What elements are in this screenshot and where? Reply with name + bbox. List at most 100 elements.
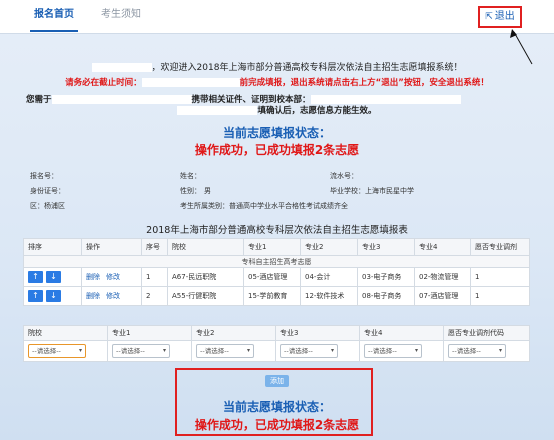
top-nav-bar: 报名首页 考生须知 ⇱ 退出 bbox=[0, 0, 554, 34]
col-header: 专业4 bbox=[414, 238, 471, 256]
status-title-bottom: 当前志愿填报状态： bbox=[222, 400, 331, 414]
redacted-date bbox=[51, 95, 192, 104]
info-id: 身份证号： bbox=[30, 186, 65, 196]
chevron-down-icon: ▾ bbox=[330, 347, 334, 354]
info-gender: 性别：男 bbox=[180, 186, 211, 196]
col-header: 专业3 bbox=[357, 238, 415, 256]
form-cell: --请选择-- ▾ bbox=[191, 340, 276, 362]
group-label: 专科自主招生高考志愿 bbox=[23, 255, 530, 268]
logout-icon: ⇱ bbox=[485, 12, 493, 22]
tab-candidate-notice[interactable]: 考生须知 bbox=[93, 0, 149, 32]
notice-line2-text: 填确认后，志愿信息方能生效。 bbox=[257, 106, 377, 116]
cell-major1: 15-学前教育 bbox=[243, 286, 301, 306]
col-header: 操作 bbox=[81, 238, 142, 256]
deadline-prefix: 请务必在截止时间： bbox=[65, 78, 142, 88]
select-value: --请选择-- bbox=[284, 347, 313, 355]
info-category: 考生所属类别：普通高中学业水平合格性考试成绩齐全 bbox=[180, 201, 348, 211]
info-district: 区：杨浦区 bbox=[30, 201, 65, 211]
reg-no-label: 报名号： bbox=[30, 172, 58, 180]
cell-major2: 12-软件技术 bbox=[300, 286, 358, 306]
major2-select[interactable]: --请选择-- ▾ bbox=[196, 344, 254, 358]
deadline-message: 请务必在截止时间： 前完成填报，退出系统请点击右上方“退出”按钮，安全退出系统！ bbox=[0, 76, 554, 88]
info-reg-no: 报名号： bbox=[30, 171, 58, 181]
col-header: 序号 bbox=[141, 238, 168, 256]
category-label: 考生所属类别： bbox=[180, 202, 229, 210]
major3-select[interactable]: --请选择-- ▾ bbox=[280, 344, 338, 358]
chevron-down-icon: ▾ bbox=[414, 347, 418, 354]
delete-link[interactable]: 删除 bbox=[86, 292, 100, 300]
logout-button[interactable]: ⇱ 退出 bbox=[478, 6, 522, 28]
redacted-address bbox=[310, 95, 461, 104]
category-value: 普通高中学业水平合格性考试成绩齐全 bbox=[229, 202, 348, 210]
move-down-button[interactable]: ↓ bbox=[46, 271, 61, 283]
select-value: --请选择-- bbox=[116, 347, 145, 355]
form-input-row: --请选择-- ▾ --请选择-- ▾ --请选择-- ▾ --请选择-- ▾ --请选… bbox=[23, 340, 530, 362]
cell-major3: 03-电子商务 bbox=[357, 267, 415, 287]
select-value: --请选择-- bbox=[32, 347, 61, 355]
cell-major4: 07-酒店管理 bbox=[414, 286, 471, 306]
school-select[interactable]: --请选择-- ▾ bbox=[28, 344, 86, 358]
school-value: 上海市民星中学 bbox=[365, 187, 414, 195]
logout-label: 退出 bbox=[494, 11, 515, 22]
cell-major2: 04-会计 bbox=[300, 267, 358, 287]
move-up-button[interactable]: ↑ bbox=[28, 290, 43, 302]
col-header: 专业1 bbox=[243, 238, 301, 256]
edit-link[interactable]: 修改 bbox=[106, 273, 120, 281]
flow-label: 流水号： bbox=[330, 172, 358, 180]
cell-major4: 02-物流管理 bbox=[414, 267, 471, 287]
status-message-bottom: 操作成功，已成功填报2条志愿 bbox=[194, 418, 360, 432]
chevron-down-icon: ▾ bbox=[246, 347, 250, 354]
chevron-down-icon: ▾ bbox=[162, 347, 166, 354]
major1-select[interactable]: --请选择-- ▾ bbox=[112, 344, 170, 358]
add-button[interactable]: 添加 bbox=[265, 375, 289, 387]
select-value: --请选择-- bbox=[200, 347, 229, 355]
cell-school: A55-行健职院 bbox=[167, 286, 244, 306]
form-cell: --请选择-- ▾ bbox=[443, 340, 530, 362]
table-title: 2018年上海市部分普通高校专科层次依法自主招生志愿填报表 bbox=[146, 225, 408, 236]
form-col-header: 专业3 bbox=[275, 325, 360, 341]
choices-table: 排序 操作 序号 院校 专业1 专业2 专业3 专业4 愿否专业调剂 专科自主招… bbox=[23, 238, 530, 306]
cell-school: A67-民远职院 bbox=[167, 267, 244, 287]
cell-major1: 05-酒店管理 bbox=[243, 267, 301, 287]
form-col-header: 院校 bbox=[23, 325, 108, 341]
name-label: 姓名： bbox=[180, 172, 201, 180]
deadline-suffix: 前完成填报，退出系统请点击右上方“退出”按钮，安全退出系统！ bbox=[239, 78, 489, 88]
select-value: --请选择-- bbox=[368, 347, 397, 355]
move-down-button[interactable]: ↓ bbox=[46, 290, 61, 302]
form-col-header: 专业4 bbox=[359, 325, 444, 341]
col-header: 专业2 bbox=[300, 238, 358, 256]
table-row: ↑ ↓ 删除 修改 1 A67-民远职院 05-酒店管理 04-会计 03-电子商务… bbox=[23, 267, 530, 287]
gender-value: 男 bbox=[204, 187, 211, 195]
major4-select[interactable]: --请选择-- ▾ bbox=[364, 344, 422, 358]
info-name: 姓名： bbox=[180, 171, 201, 181]
action-cell: 删除 修改 bbox=[81, 267, 142, 287]
notice-line2: 填确认后，志愿信息方能生效。 bbox=[0, 104, 554, 116]
district-value: 杨浦区 bbox=[44, 202, 65, 210]
form-cell: --请选择-- ▾ bbox=[275, 340, 360, 362]
selection-form: 院校 专业1 专业2 专业3 专业4 愿否专业调剂代码 --请选择-- ▾ --请… bbox=[23, 325, 530, 362]
select-value: --请选择-- bbox=[452, 347, 481, 355]
id-label: 身份证号： bbox=[30, 187, 65, 195]
col-header: 排序 bbox=[23, 238, 82, 256]
form-col-header: 愿否专业调剂代码 bbox=[443, 325, 530, 341]
cell-adjust: 1 bbox=[470, 267, 530, 287]
sort-cell: ↑ ↓ bbox=[23, 286, 82, 306]
welcome-message: ，欢迎进入2018年上海市部分普通高校专科层次依法自主招生志愿填报系统！ bbox=[0, 60, 554, 73]
move-up-button[interactable]: ↑ bbox=[28, 271, 43, 283]
form-col-header: 专业1 bbox=[107, 325, 192, 341]
tab-home[interactable]: 报名首页 bbox=[30, 0, 78, 32]
table-header-row: 排序 操作 序号 院校 专业1 专业2 专业3 专业4 愿否专业调剂 bbox=[23, 238, 530, 256]
form-cell: --请选择-- ▾ bbox=[107, 340, 192, 362]
redacted-location bbox=[177, 106, 258, 115]
redacted-deadline bbox=[141, 78, 240, 87]
col-header: 愿否专业调剂 bbox=[470, 238, 530, 256]
form-header-row: 院校 专业1 专业2 专业3 专业4 愿否专业调剂代码 bbox=[23, 325, 530, 341]
adjust-select[interactable]: --请选择-- ▾ bbox=[448, 344, 506, 358]
table-row: ↑ ↓ 删除 修改 2 A55-行健职院 15-学前教育 12-软件技术 08-电子… bbox=[23, 286, 530, 306]
cell-no: 1 bbox=[141, 267, 168, 287]
redacted-name bbox=[91, 63, 152, 72]
edit-link[interactable]: 修改 bbox=[106, 292, 120, 300]
cell-no: 2 bbox=[141, 286, 168, 306]
action-cell: 删除 修改 bbox=[81, 286, 142, 306]
delete-link[interactable]: 删除 bbox=[86, 273, 100, 281]
